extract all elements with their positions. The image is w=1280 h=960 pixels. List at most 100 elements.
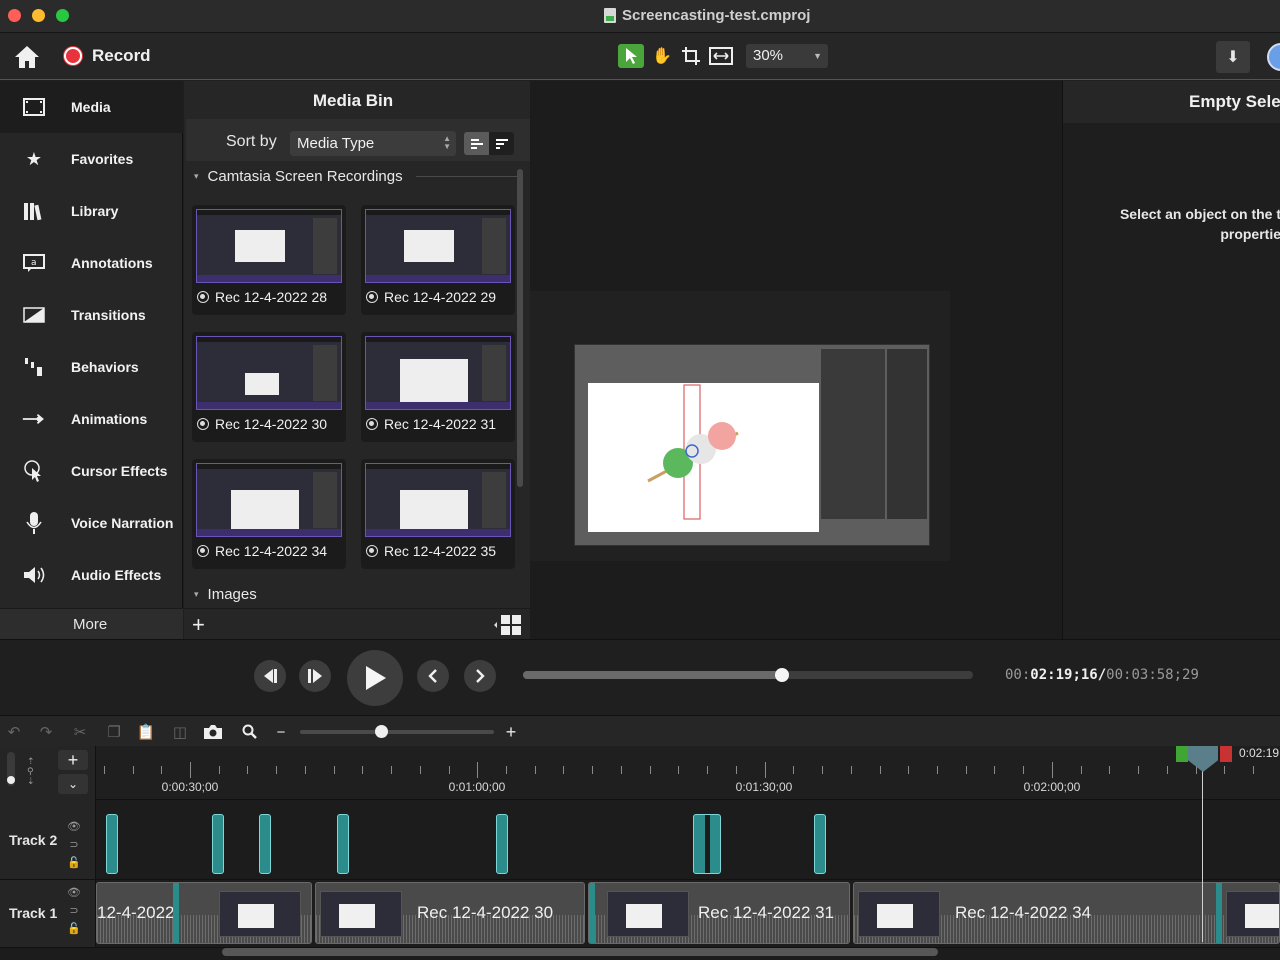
collapse-tracks-button[interactable]: ⌄ (58, 774, 88, 794)
cut-button[interactable]: ✂ (69, 722, 91, 742)
empty-selection-message: Select an object on the t propertie (1119, 206, 1280, 242)
track-lock-icon[interactable]: 🔓 (67, 922, 81, 936)
ruler-tick (1080, 766, 1082, 774)
zoom-slider-handle[interactable] (375, 725, 389, 738)
avatar[interactable] (1267, 43, 1280, 71)
track-magnet-icon[interactable]: ⊃ (67, 838, 81, 852)
screen-recording-icon (366, 545, 378, 557)
zoom-search-button[interactable] (239, 722, 261, 742)
magnet-icon[interactable]: ⇡ ⚲ ⇣ (27, 756, 35, 786)
clipboard-icon: 📋 (136, 724, 156, 741)
thumbnail-size-button[interactable] (492, 614, 522, 636)
ruler-tick (908, 766, 910, 774)
track-2-clip[interactable] (693, 814, 721, 874)
list-lines-icon (495, 138, 508, 149)
track-2-clip[interactable] (337, 814, 349, 874)
track-lock-icon[interactable]: 🔓 (67, 856, 81, 870)
add-media-button[interactable]: + (192, 612, 205, 638)
playback-controls: 00:02:19;16/00:03:58;29 (0, 639, 1280, 715)
sidebar-item-media[interactable]: Media (0, 81, 183, 133)
step-back-button[interactable] (254, 660, 286, 692)
paste-button[interactable]: 📋 (135, 722, 157, 742)
detail-view-button[interactable] (489, 132, 514, 155)
media-tile[interactable]: Rec 12-4-2022 34 (192, 459, 346, 569)
redo-icon: ↷ (39, 724, 53, 741)
track-2-clip[interactable] (106, 814, 118, 874)
sidebar-item-animations[interactable]: Animations (0, 393, 183, 445)
video-preview[interactable] (574, 344, 930, 546)
ruler-tick (218, 766, 220, 774)
sidebar-item-audio-effects[interactable]: Audio Effects (0, 549, 183, 601)
media-tile[interactable]: Rec 12-4-2022 30 (192, 332, 346, 442)
title-bar: Screencasting-test.cmproj (0, 0, 1280, 33)
track-visibility-eye-icon[interactable]: 👁 (67, 820, 81, 834)
media-tile[interactable]: Rec 12-4-2022 29 (361, 205, 515, 315)
split-button[interactable]: ◫ (169, 722, 191, 742)
timeline-clip[interactable]: Rec 12-4-2022 30 (315, 882, 585, 944)
group-header-recordings[interactable]: ▾ Camtasia Screen Recordings (194, 168, 403, 185)
star-icon: ★ (25, 148, 43, 169)
ruler-tick-label: 0:02:00;00 (1023, 780, 1081, 794)
crop-tool-button[interactable] (678, 44, 704, 68)
select-tool-button[interactable] (618, 44, 644, 68)
plus-icon: + (67, 750, 79, 770)
media-bin-scrollbar[interactable] (517, 169, 523, 487)
track-visibility-eye-icon[interactable]: 👁 (67, 886, 81, 900)
sidebar-item-voice-narration[interactable]: Voice Narration (0, 497, 183, 549)
track-2-clip[interactable] (814, 814, 826, 874)
sidebar-item-transitions[interactable]: Transitions (0, 289, 183, 341)
close-window-button[interactable] (8, 9, 21, 22)
step-forward-button[interactable] (299, 660, 331, 692)
selection-in-marker[interactable] (1176, 746, 1188, 762)
ruler-tick (161, 766, 163, 774)
group-header-images[interactable]: ▾ Images (194, 586, 257, 603)
add-track-button[interactable]: + (58, 750, 88, 770)
sidebar-item-cursor-effects[interactable]: Cursor Effects (0, 445, 183, 497)
next-marker-button[interactable] (464, 660, 496, 692)
scrubber-handle[interactable] (775, 668, 790, 682)
snapshot-button[interactable] (202, 722, 224, 742)
zoom-in-button[interactable]: + (500, 722, 522, 742)
sidebar-item-behaviors[interactable]: Behaviors (0, 341, 183, 393)
main-toolbar: Record ✋ 30% ▼ ⬇ (0, 33, 1280, 80)
timeline-horizontal-scrollbar[interactable] (222, 948, 938, 956)
sidebar-item-library[interactable]: Library (0, 185, 183, 237)
media-tile[interactable]: Rec 12-4-2022 31 (361, 332, 515, 442)
track-2-clip[interactable] (212, 814, 224, 874)
copy-button[interactable]: ❐ (103, 722, 125, 742)
sidebar-item-annotations[interactable]: a Annotations (0, 237, 183, 289)
zoom-window-button[interactable] (56, 9, 69, 22)
track-2-clip[interactable] (259, 814, 271, 874)
timeline-zoom-slider[interactable] (300, 725, 494, 738)
more-tools-button[interactable]: More (0, 608, 183, 639)
list-view-button[interactable] (464, 132, 489, 155)
minimize-window-button[interactable] (32, 9, 45, 22)
zoom-out-button[interactable]: − (270, 722, 292, 742)
pan-tool-button[interactable]: ✋ (649, 44, 675, 68)
zoom-dropdown[interactable]: 30% ▼ (746, 44, 828, 68)
timeline-clip[interactable]: Rec 12-4-2022 34 (853, 882, 1280, 944)
track-height-slider[interactable] (7, 752, 15, 786)
media-thumbnail (196, 336, 342, 410)
home-button[interactable] (13, 44, 41, 70)
redo-button[interactable]: ↷ (35, 722, 57, 742)
previous-marker-button[interactable] (417, 660, 449, 692)
record-button[interactable]: Record (64, 46, 151, 66)
track-header: Track 2 👁 ⊃ 🔓 (0, 800, 96, 879)
fit-canvas-button[interactable] (708, 44, 734, 68)
play-button[interactable] (347, 650, 403, 706)
media-tile[interactable]: Rec 12-4-2022 35 (361, 459, 515, 569)
timeline-clip[interactable]: Rec 12-4-2022 31 (588, 882, 850, 944)
scrubber-track[interactable] (523, 668, 973, 682)
sidebar-item-favorites[interactable]: ★ Favorites (0, 133, 183, 185)
track-2-clip[interactable] (496, 814, 508, 874)
time-ruler[interactable]: 0:00:30;00 0:01:00;00 0:01:30;00 0:02:00… (96, 746, 1280, 800)
media-tile[interactable]: Rec 12-4-2022 28 (192, 205, 346, 315)
sort-dropdown[interactable]: Media Type ▲ ▼ (290, 131, 456, 156)
undo-button[interactable]: ↶ (3, 722, 25, 742)
selection-out-marker[interactable] (1220, 746, 1232, 762)
export-button[interactable]: ⬇ (1216, 41, 1250, 73)
timeline-clip[interactable]: 12-4-2022 (96, 882, 312, 944)
preview-canvas[interactable] (530, 81, 1062, 639)
track-magnet-icon[interactable]: ⊃ (67, 904, 81, 918)
